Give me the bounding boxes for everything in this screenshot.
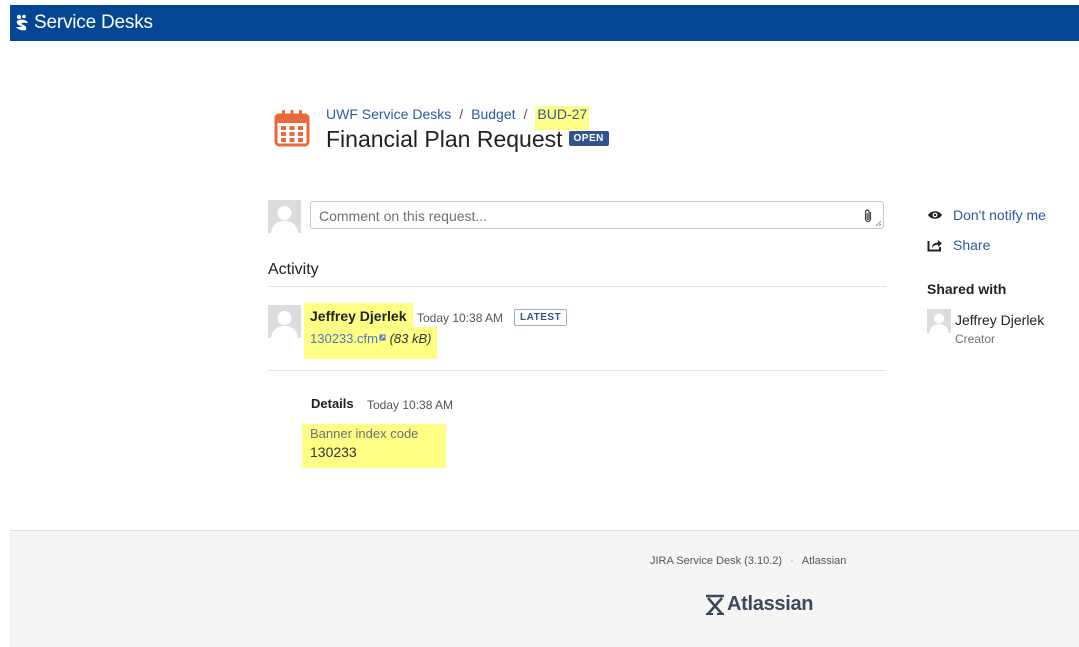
atlassian-logo-icon: [706, 594, 724, 615]
breadcrumb: UWF Service Desks / Budget / BUD-27: [326, 106, 590, 130]
external-link-icon: [379, 334, 386, 341]
attachment-link[interactable]: 130233.cfm: [310, 331, 378, 346]
breadcrumb-separator: /: [523, 106, 528, 122]
service-desk-logo-icon: [16, 14, 28, 31]
user-silhouette-icon: [927, 309, 951, 333]
shared-user-role: Creator: [955, 332, 996, 346]
field-value: 130233: [310, 444, 357, 460]
breadcrumb-separator: /: [459, 106, 464, 122]
resize-handle-icon[interactable]: [875, 220, 882, 227]
service-desks-home-link[interactable]: Service Desks: [14, 12, 153, 34]
footer-separator: ·: [790, 555, 794, 567]
shared-with-heading: Shared with: [927, 281, 1007, 297]
activity-author-name: Jeffrey Djerlek: [304, 303, 413, 328]
attachment: 130233.cfm (83 kB): [304, 327, 438, 359]
shared-user-avatar: [927, 309, 951, 333]
share-button[interactable]: Share: [927, 237, 990, 253]
user-silhouette-icon: [268, 200, 301, 233]
calendar-icon: [274, 110, 310, 147]
banner-index-field: Banner index code 130233: [302, 424, 446, 468]
atlassian-logo-text: Atlassian: [727, 593, 814, 615]
share-label: Share: [953, 237, 991, 253]
breadcrumb-desk-link[interactable]: UWF Service Desks: [326, 106, 451, 122]
user-silhouette-icon: [268, 305, 301, 338]
atlassian-logo[interactable]: Atlassian: [704, 593, 814, 616]
activity-heading: Activity: [268, 261, 319, 278]
activity-divider: [268, 286, 886, 287]
brand-title: Service Desks: [34, 12, 153, 33]
status-badge: OPEN: [568, 131, 609, 147]
latest-badge: LATEST: [514, 309, 568, 326]
breadcrumb-project-link[interactable]: Budget: [471, 106, 515, 122]
footer: JIRA Service Desk (3.10.2) · Atlassian Atl…: [10, 530, 1079, 647]
dont-notify-label: Don't notify me: [953, 207, 1046, 223]
dont-notify-button[interactable]: Don't notify me: [927, 207, 1046, 223]
comment-box: [310, 201, 884, 229]
attachment-size: (83 kB): [389, 331, 432, 346]
share-icon: [927, 240, 942, 252]
activity-timestamp: Today 10:38 AM: [417, 311, 504, 325]
top-navigation-bar: Service Desks: [10, 5, 1079, 41]
request-title: Financial Plan Request: [326, 126, 563, 152]
comment-input[interactable]: [317, 205, 861, 227]
footer-links: JIRA Service Desk (3.10.2) · Atlassian: [650, 555, 846, 567]
details-divider: [268, 370, 886, 371]
paperclip-icon[interactable]: [863, 208, 873, 223]
page-title: Financial Plan Request OPEN: [326, 126, 609, 153]
footer-atlassian-link[interactable]: Atlassian: [802, 555, 847, 567]
field-label: Banner index code: [310, 426, 419, 441]
author-avatar: [268, 305, 301, 338]
shared-user-name: Jeffrey Djerlek: [955, 312, 1045, 328]
footer-product-link[interactable]: JIRA Service Desk (3.10.2): [650, 555, 782, 567]
details-timestamp: Today 10:38 AM: [367, 398, 454, 412]
details-label: Details: [311, 396, 354, 411]
eye-icon: [928, 211, 942, 219]
current-user-avatar: [268, 200, 301, 233]
